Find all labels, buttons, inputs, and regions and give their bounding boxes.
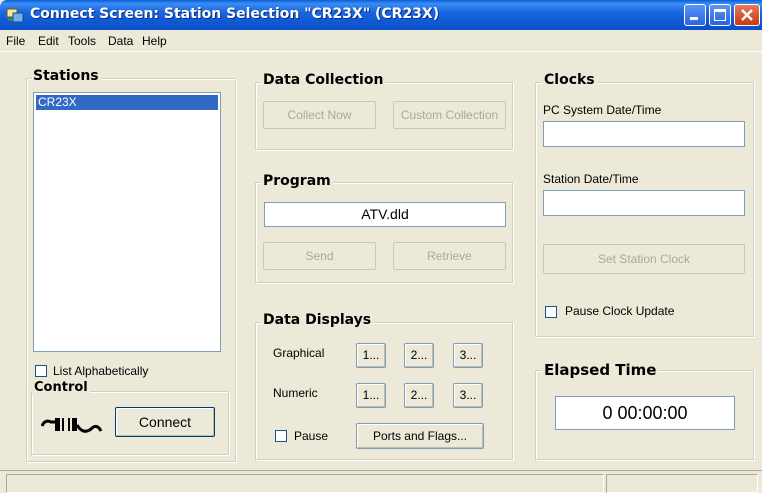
numeric-display-1-button[interactable]: 1... — [356, 383, 386, 408]
list-alphabetically-label: List Alphabetically — [53, 364, 149, 378]
menu-bar: File Edit Tools Data Help — [0, 30, 762, 52]
set-station-clock-button[interactable]: Set Station Clock — [543, 244, 745, 274]
menu-edit[interactable]: Edit — [38, 34, 59, 48]
graphical-display-2-button[interactable]: 2... — [404, 343, 434, 368]
connect-button[interactable]: Connect — [115, 407, 215, 437]
data-collection-label: Data Collection — [261, 72, 386, 88]
numeric-display-2-button[interactable]: 2... — [404, 383, 434, 408]
menu-help[interactable]: Help — [142, 34, 167, 48]
send-button[interactable]: Send — [263, 242, 376, 270]
data-displays-label: Data Displays — [261, 312, 374, 328]
pc-system-datetime-field — [543, 121, 745, 147]
custom-collection-button[interactable]: Custom Collection — [393, 101, 506, 129]
disconnected-cable-icon — [40, 413, 103, 440]
maximize-button[interactable] — [709, 4, 731, 26]
numeric-label: Numeric — [273, 386, 318, 400]
collect-now-button[interactable]: Collect Now — [263, 101, 376, 129]
station-item-cr23x[interactable]: CR23X — [36, 95, 218, 110]
close-icon — [739, 6, 755, 27]
numeric-display-3-button[interactable]: 3... — [453, 383, 483, 408]
elapsed-time-label: Elapsed Time — [542, 361, 659, 379]
pause-clock-update-label: Pause Clock Update — [565, 304, 675, 318]
station-datetime-label: Station Date/Time — [543, 172, 639, 186]
minimize-icon — [690, 17, 698, 20]
graphical-label: Graphical — [273, 346, 325, 360]
program-label: Program — [261, 173, 333, 189]
status-bar — [0, 470, 762, 493]
elapsed-time-display: 0 00:00:00 — [555, 396, 735, 430]
list-alphabetically-checkbox[interactable] — [35, 365, 47, 377]
control-label: Control — [32, 380, 90, 395]
station-datetime-field — [543, 190, 745, 216]
minimize-button[interactable] — [684, 4, 706, 26]
stations-label: Stations — [31, 68, 101, 84]
window-title: Connect Screen: Station Selection "CR23X… — [30, 6, 440, 22]
title-bar[interactable]: Connect Screen: Station Selection "CR23X… — [0, 0, 762, 30]
program-file-field[interactable]: ATV.dld — [264, 202, 506, 227]
connect-screen-app-icon — [6, 7, 24, 23]
clocks-label: Clocks — [542, 72, 597, 88]
menu-tools[interactable]: Tools — [68, 34, 96, 48]
pause-checkbox[interactable] — [275, 430, 287, 442]
graphical-display-3-button[interactable]: 3... — [453, 343, 483, 368]
pause-label: Pause — [294, 429, 329, 443]
graphical-display-1-button[interactable]: 1... — [356, 343, 386, 368]
pc-system-datetime-label: PC System Date/Time — [543, 103, 662, 117]
maximize-icon — [714, 9, 726, 21]
pause-clock-update-checkbox[interactable] — [545, 306, 557, 318]
close-button[interactable] — [734, 4, 760, 26]
ports-and-flags-button[interactable]: Ports and Flags... — [356, 423, 484, 449]
retrieve-button[interactable]: Retrieve — [393, 242, 506, 270]
menu-file[interactable]: File — [6, 34, 25, 48]
menu-data[interactable]: Data — [108, 34, 133, 48]
status-pane-main — [6, 474, 604, 493]
status-pane-secondary — [606, 474, 758, 493]
stations-listbox[interactable]: CR23X — [33, 92, 221, 352]
